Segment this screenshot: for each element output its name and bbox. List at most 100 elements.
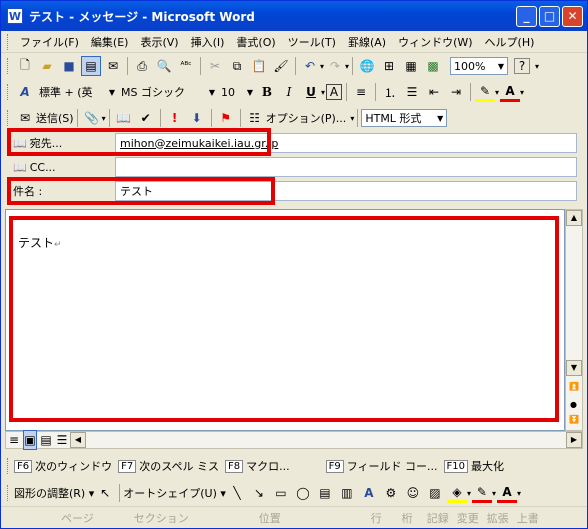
size-select[interactable]: 10 ▼	[218, 83, 256, 101]
horizontal-scrollbar[interactable]: ≡ ▣ ▤ ☰ ◀ ▶	[5, 430, 583, 450]
oval-icon[interactable]: ◯	[293, 483, 313, 503]
menu-format[interactable]: 書式(O)	[230, 34, 281, 50]
normal-view-icon[interactable]: ≡	[7, 430, 21, 450]
textbox-icon[interactable]: ▤	[315, 483, 335, 503]
check-names-icon[interactable]: ✔	[136, 108, 156, 128]
align-icon[interactable]: ≡	[351, 82, 371, 102]
toolbar-grip[interactable]	[7, 84, 10, 100]
menu-edit[interactable]: 編集(E)	[85, 34, 135, 50]
menu-window[interactable]: ウィンドウ(W)	[392, 34, 478, 50]
new-doc-icon[interactable]: 🗋	[15, 56, 35, 76]
highlight-icon[interactable]: ✎	[475, 82, 496, 102]
web-layout-icon[interactable]: ▣	[23, 430, 37, 450]
options-button[interactable]: ☷ オプション(P)... ▾	[244, 108, 354, 128]
font-color-icon[interactable]: A	[496, 483, 517, 503]
fkey-f10[interactable]: F10 最大化	[443, 458, 504, 474]
styles-icon[interactable]: A	[15, 82, 35, 102]
draw-adjust-button[interactable]: 図形の調整(R) ▾	[14, 485, 94, 501]
print-preview-icon[interactable]: 🔍	[154, 56, 174, 76]
toolbar-grip[interactable]	[7, 485, 10, 501]
undo-icon[interactable]: ↶	[300, 56, 320, 76]
style-select[interactable]: 標準 + (英 ▼	[36, 83, 118, 101]
mail-format-select[interactable]: HTML 形式 ▼	[361, 109, 448, 127]
picture-icon[interactable]: ▨	[425, 483, 445, 503]
menu-table[interactable]: 罫線(A)	[342, 34, 392, 50]
fkey-f6[interactable]: F6 次のウィンドウ	[14, 458, 112, 474]
mail-recipient-icon[interactable]: ✉	[103, 56, 123, 76]
address-book-icon[interactable]: 📖	[114, 108, 134, 128]
spelling-icon[interactable]: ᴬᴮᶜ	[176, 56, 196, 76]
menu-tools[interactable]: ツール(T)	[282, 34, 342, 50]
fill-color-icon[interactable]: ◈	[446, 483, 467, 503]
decrease-indent-icon[interactable]: ⇤	[424, 82, 444, 102]
font-select[interactable]: MS ゴシック ▼	[118, 83, 218, 101]
rectangle-icon[interactable]: ▭	[271, 483, 291, 503]
cc-input[interactable]	[115, 157, 577, 177]
send-button[interactable]: ✉ 送信(S)	[14, 108, 74, 128]
zoom-select[interactable]: 100% ▼	[450, 57, 509, 75]
size-value: 10	[221, 85, 235, 99]
prev-page-icon[interactable]: ⏫	[569, 382, 579, 391]
scroll-left-icon[interactable]: ◀	[70, 432, 86, 448]
scroll-up-icon[interactable]: ▲	[566, 210, 582, 226]
toolbar-grip[interactable]	[7, 110, 10, 126]
underline-icon[interactable]: U	[301, 82, 321, 102]
arrow-icon[interactable]: ↘	[249, 483, 269, 503]
insert-table-icon[interactable]: ▦	[401, 56, 421, 76]
menu-file[interactable]: ファイル(F)	[14, 34, 85, 50]
help-icon[interactable]: ?	[514, 58, 531, 74]
scroll-right-icon[interactable]: ▶	[566, 432, 582, 448]
redo-icon[interactable]: ↷	[325, 56, 345, 76]
line-icon[interactable]: ╲	[227, 483, 247, 503]
zoom-value: 100%	[454, 59, 486, 73]
toolbar-grip[interactable]	[7, 58, 10, 74]
permission-icon[interactable]: ▤	[81, 56, 101, 76]
browse-object-icon[interactable]: ●	[570, 400, 577, 409]
table-icon[interactable]: ⊞	[379, 56, 399, 76]
fkey-f8[interactable]: F8 マクロ...	[224, 458, 290, 474]
italic-icon[interactable]: I	[279, 82, 299, 102]
fkey-f9[interactable]: F9 フィールド コー...	[325, 458, 438, 474]
format-painter-icon[interactable]: 🖌	[271, 56, 291, 76]
outline-view-icon[interactable]: ☰	[55, 430, 69, 450]
attach-icon[interactable]: 📎	[82, 108, 102, 128]
autoshape-button[interactable]: オートシェイプ(U) ▾	[123, 485, 226, 501]
vertical-textbox-icon[interactable]: ▥	[337, 483, 357, 503]
increase-indent-icon[interactable]: ⇥	[446, 82, 466, 102]
paste-icon[interactable]: 📋	[249, 56, 269, 76]
toolbar-grip[interactable]	[7, 33, 10, 50]
numbered-list-icon[interactable]: ⒈	[380, 82, 400, 102]
save-icon[interactable]: ■	[59, 56, 79, 76]
low-importance-icon[interactable]: ⬇	[187, 108, 207, 128]
vertical-scrollbar[interactable]: ▲ ▼ ⏫ ● ⏬	[565, 209, 583, 431]
flag-icon[interactable]: ⚑	[216, 108, 236, 128]
high-importance-icon[interactable]: !	[165, 108, 185, 128]
maximize-button[interactable]: □	[539, 6, 560, 27]
diagram-icon[interactable]: ⚙	[381, 483, 401, 503]
select-objects-icon[interactable]: ↖	[95, 483, 115, 503]
menu-view[interactable]: 表示(V)	[134, 34, 184, 50]
cut-icon[interactable]: ✂	[205, 56, 225, 76]
next-page-icon[interactable]: ⏬	[569, 415, 579, 424]
font-color-icon[interactable]: A	[500, 82, 521, 102]
bullet-list-icon[interactable]: ☰	[402, 82, 422, 102]
char-border-icon[interactable]: A	[326, 84, 343, 100]
close-button[interactable]: ✕	[562, 6, 583, 27]
menu-help[interactable]: ヘルプ(H)	[479, 34, 541, 50]
bold-icon[interactable]: B	[257, 82, 277, 102]
open-folder-icon[interactable]: ▰	[37, 56, 57, 76]
clipart-icon[interactable]: ☺	[403, 483, 423, 503]
menu-insert[interactable]: 挿入(I)	[185, 34, 231, 50]
minimize-button[interactable]: _	[516, 6, 537, 27]
wordart-icon[interactable]: A	[359, 483, 379, 503]
excel-sheet-icon[interactable]: ▩	[423, 56, 443, 76]
line-color-icon[interactable]: ✎	[471, 483, 492, 503]
print-icon[interactable]: ⎙	[132, 56, 152, 76]
toolbar-grip[interactable]	[7, 458, 10, 474]
hyperlink-icon[interactable]: 🌐	[357, 56, 377, 76]
copy-icon[interactable]: ⧉	[227, 56, 247, 76]
scroll-down-icon[interactable]: ▼	[566, 360, 582, 376]
print-layout-icon[interactable]: ▤	[39, 430, 53, 450]
cc-button[interactable]: 📖 CC...	[5, 157, 115, 177]
fkey-f7[interactable]: F7 次のスペル ミス	[118, 458, 219, 474]
